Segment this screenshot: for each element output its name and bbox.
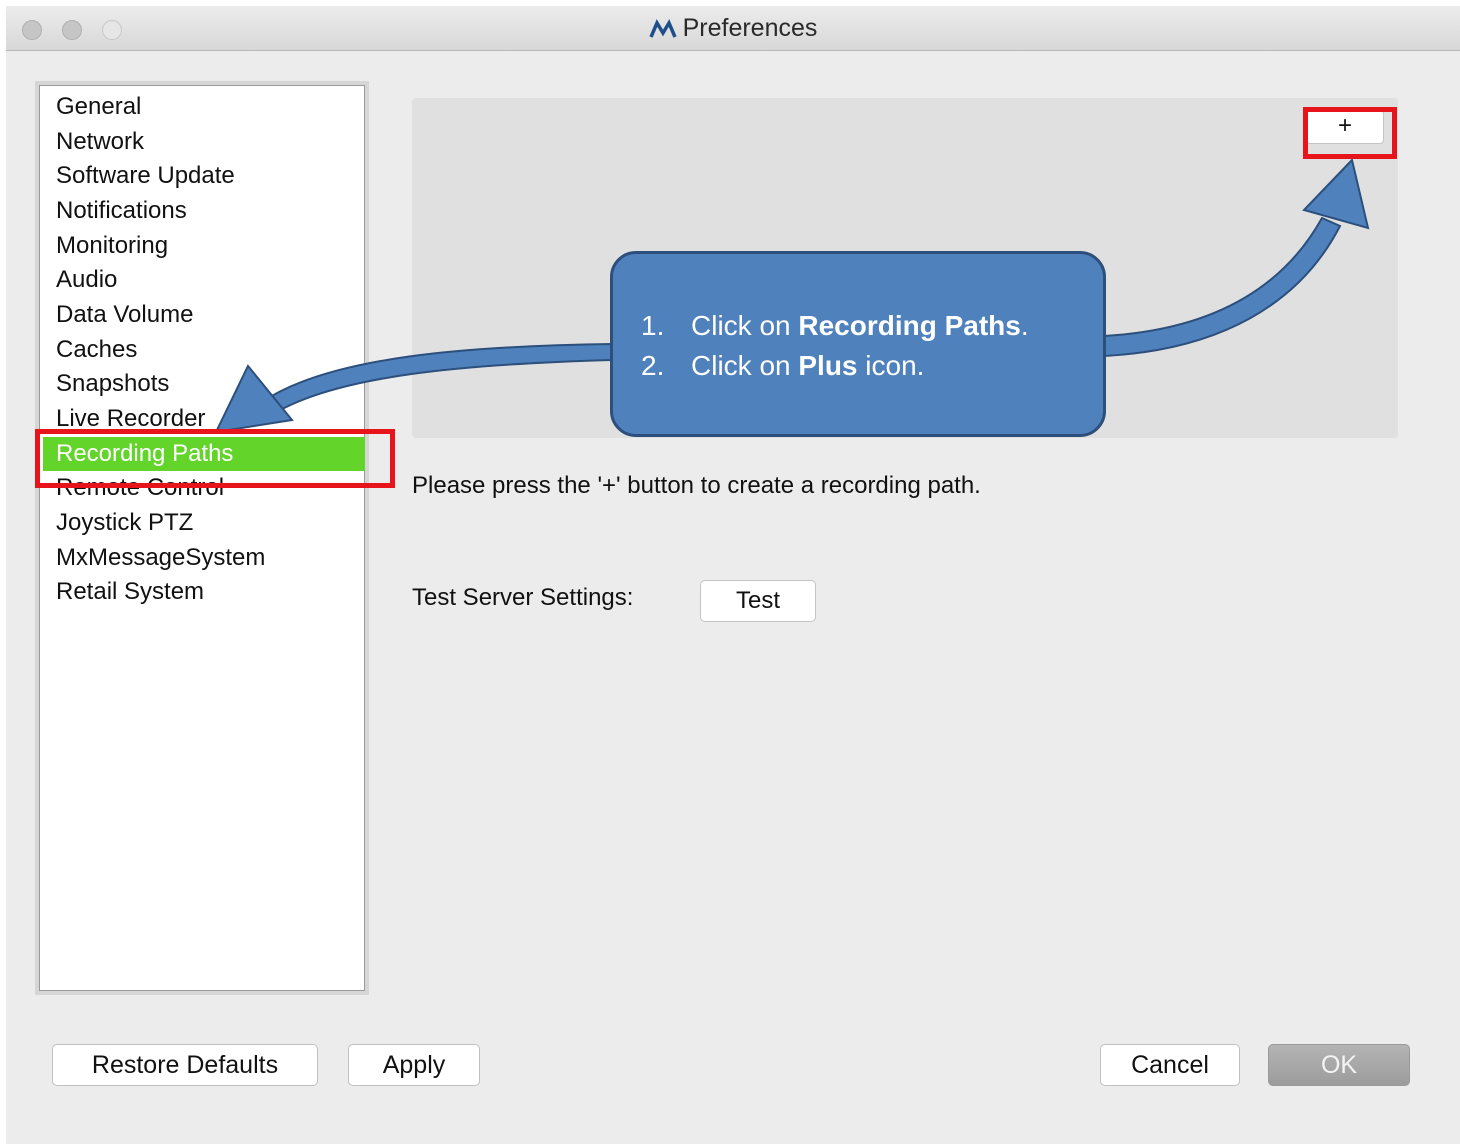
test-button[interactable]: Test <box>700 580 816 622</box>
cancel-button[interactable]: Cancel <box>1100 1044 1240 1086</box>
empty-hint-text: Please press the '+' button to create a … <box>412 472 981 499</box>
title-bar[interactable]: Preferences <box>6 6 1460 51</box>
restore-defaults-button[interactable]: Restore Defaults <box>52 1044 318 1086</box>
ok-button[interactable]: OK <box>1268 1044 1410 1086</box>
apply-button[interactable]: Apply <box>348 1044 480 1086</box>
step-1-bold: Recording Paths <box>798 310 1021 341</box>
sidebar-item-general[interactable]: General <box>43 90 365 124</box>
window-title-text: Preferences <box>682 14 818 42</box>
step-2-number: 2. <box>641 350 665 381</box>
highlight-plus-button <box>1303 107 1397 159</box>
instruction-callout: 1. Click on Recording Paths. 2. Click on P… <box>610 251 1106 437</box>
sidebar-item-notifications[interactable]: Notifications <box>43 194 365 228</box>
sidebar-item-joystick-ptz[interactable]: Joystick PTZ <box>43 506 365 540</box>
sidebar-item-monitoring[interactable]: Monitoring <box>43 229 365 263</box>
sidebar-item-mxmessagesystem[interactable]: MxMessageSystem <box>43 541 365 575</box>
app-logo-icon <box>648 19 677 38</box>
step-2-text: Click on <box>691 350 799 381</box>
sidebar-item-software-update[interactable]: Software Update <box>43 159 365 193</box>
sidebar-item-snapshots[interactable]: Snapshots <box>43 367 365 401</box>
sidebar-item-retail-system[interactable]: Retail System <box>43 575 365 609</box>
preferences-category-list[interactable]: General Network Software Update Notifica… <box>35 81 369 995</box>
step-1-end: . <box>1020 310 1029 341</box>
highlight-recording-paths <box>35 429 395 488</box>
step-2: 2. Click on Plus icon. <box>641 350 924 382</box>
step-1-number: 1. <box>641 310 665 341</box>
sidebar-item-data-volume[interactable]: Data Volume <box>43 298 365 332</box>
step-1: 1. Click on Recording Paths. <box>641 310 1029 342</box>
step-1-text: Click on <box>691 310 799 341</box>
step-2-bold: Plus <box>798 350 858 381</box>
test-server-settings-label: Test Server Settings: <box>412 584 634 611</box>
sidebar-item-network[interactable]: Network <box>43 125 365 159</box>
sidebar-item-caches[interactable]: Caches <box>43 333 365 367</box>
window-title: Preferences <box>6 14 1460 43</box>
step-2-end: icon. <box>857 350 925 381</box>
sidebar-item-audio[interactable]: Audio <box>43 263 365 297</box>
